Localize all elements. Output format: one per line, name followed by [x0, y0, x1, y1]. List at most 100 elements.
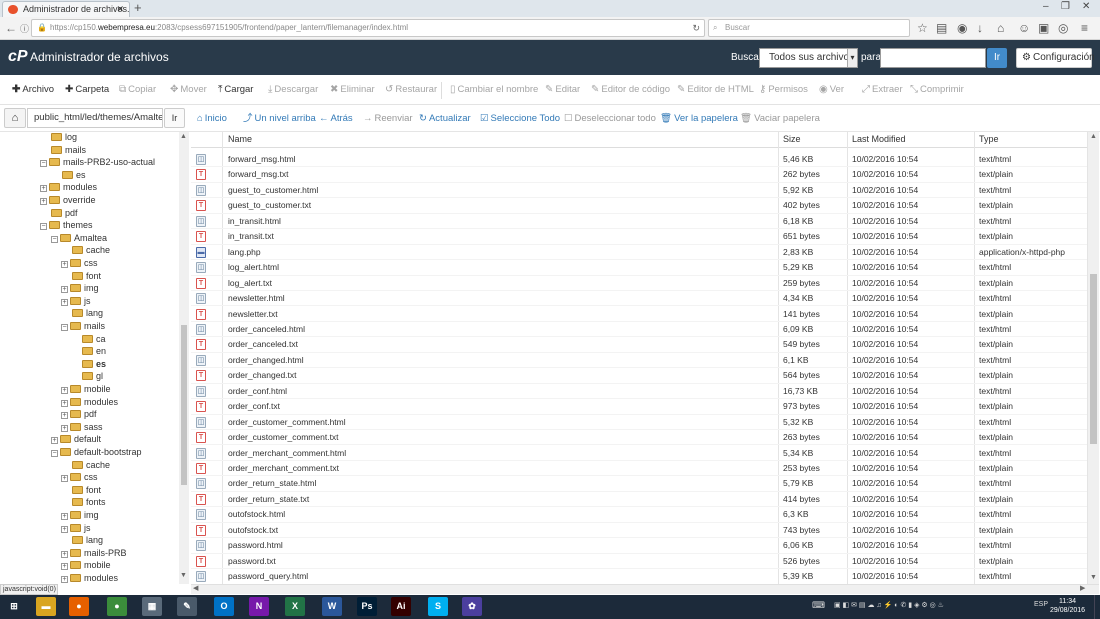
reload-icon[interactable]: ↻	[692, 20, 700, 36]
onenote-app[interactable]: N	[249, 597, 269, 616]
collapse-icon[interactable]: −	[40, 160, 47, 168]
file-search-input[interactable]	[880, 48, 986, 68]
expand-icon[interactable]: +	[61, 424, 68, 432]
file-row[interactable]: ◫ order_customer_comment.html 5,32 KB 10/02…	[191, 415, 1087, 431]
home-button[interactable]: ⌂	[4, 108, 26, 128]
explorer-app[interactable]: ▬	[36, 597, 56, 616]
expand-icon[interactable]: +	[61, 550, 68, 558]
tree-folder[interactable]: es	[71, 358, 106, 370]
file-row[interactable]: Torder_return_state.txt 414 bytes 10/02/20…	[191, 492, 1087, 508]
view-button[interactable]: ◉ Ver	[819, 84, 844, 96]
download-button[interactable]: ⤓ Descargar	[268, 84, 318, 96]
file-row[interactable]: ◫ newsletter.html 4,34 KB 10/02/2016 10:54 t…	[191, 291, 1087, 307]
tree-folder[interactable]: fonts	[61, 496, 106, 508]
tree-folder[interactable]: + modules	[40, 181, 97, 193]
tree-folder[interactable]: − default-bootstrap	[51, 446, 142, 458]
restore-icon[interactable]: ❐	[1061, 0, 1070, 14]
scroll-right-arrow-icon[interactable]: ▶	[1080, 584, 1085, 592]
expand-icon[interactable]: +	[61, 513, 68, 520]
keyboard-icon[interactable]: ⌨	[812, 600, 825, 611]
file-row[interactable]: ◫ order_conf.html 16,73 KB 10/02/2016 10:54…	[191, 384, 1087, 400]
rename-button[interactable]: ▯ Cambiar el nombre	[450, 84, 538, 96]
pocket-icon[interactable]: ◉	[957, 21, 967, 35]
file-row[interactable]: ◫ order_return_state.html 5,79 KB 10/02/201…	[191, 476, 1087, 492]
minimize-icon[interactable]: –	[1043, 0, 1049, 14]
home-icon[interactable]: ⌂	[997, 21, 1004, 35]
file-row[interactable]: ◫ log_alert.html 5,29 KB 10/02/2016 10:54 te…	[191, 260, 1087, 276]
expand-icon[interactable]: +	[61, 563, 68, 571]
modified-column-header[interactable]: Last Modified	[852, 134, 906, 144]
expand-icon[interactable]: +	[61, 525, 68, 533]
tree-folder[interactable]: + css	[61, 471, 98, 483]
calculator-app[interactable]: ▦	[142, 597, 162, 616]
view-trash-button[interactable]: 🗑 Ver la papelera	[660, 113, 738, 125]
tree-folder[interactable]: + img	[61, 509, 99, 521]
type-column-header[interactable]: Type	[979, 134, 999, 144]
tree-folder[interactable]: − Amaltea	[51, 232, 107, 244]
download-icon[interactable]: ↓	[977, 21, 983, 35]
name-column-header[interactable]: Name	[228, 134, 252, 144]
search-scope-select[interactable]: Todos sus archivos ▾	[759, 48, 858, 68]
horizontal-scrollbar[interactable]	[191, 584, 1099, 594]
file-row[interactable]: Tin_transit.txt 651 bytes 10/02/2016 10:54…	[191, 229, 1087, 245]
expand-icon[interactable]: +	[61, 576, 68, 583]
edit-button[interactable]: ✎ Editar	[545, 84, 580, 96]
path-input[interactable]: public_html/led/themes/Amaltea	[27, 108, 163, 128]
taskbar-clock[interactable]: 11:34 29/08/2016	[1050, 597, 1085, 615]
file-row[interactable]: Tnewsletter.txt 141 bytes 10/02/2016 10:54…	[191, 307, 1087, 322]
addon-icon[interactable]: ◎	[1058, 21, 1068, 35]
reload-button[interactable]: ↻ Actualizar	[419, 113, 471, 125]
start-button[interactable]: ⊞	[4, 597, 24, 616]
file-row[interactable]: ◫ guest_to_customer.html 5,92 KB 10/02/2016…	[191, 183, 1087, 199]
tree-folder[interactable]: font	[61, 484, 101, 496]
path-go-button[interactable]: Ir	[164, 108, 185, 128]
collapse-icon[interactable]: −	[51, 235, 58, 243]
new-file-button[interactable]: ✚ Archivo	[12, 84, 54, 96]
scroll-down-arrow-icon[interactable]: ▼	[180, 572, 187, 579]
select-all-button[interactable]: ☑ Seleccione Todo	[480, 113, 560, 125]
size-column-header[interactable]: Size	[783, 134, 801, 144]
chrome-app[interactable]: ●	[107, 597, 127, 616]
permissions-button[interactable]: ⚷ Permisos	[759, 84, 808, 96]
paint-app[interactable]: ✎	[177, 597, 197, 616]
tree-folder[interactable]: + js	[61, 295, 91, 307]
language-indicator[interactable]: ESP	[1034, 601, 1048, 608]
scroll-down-arrow-icon[interactable]: ▼	[1090, 574, 1097, 581]
file-row[interactable]: Torder_customer_comment.txt 263 bytes 10/0…	[191, 430, 1087, 446]
tree-folder[interactable]: + mobile	[61, 559, 111, 571]
tab-close-icon[interactable]: ✕	[116, 2, 124, 17]
forward-button[interactable]: → Reenviar	[363, 113, 413, 125]
empty-trash-button[interactable]: 🗑 Vaciar papelera	[740, 113, 820, 125]
up-one-level-button[interactable]: ⤴ Un nivel arriba	[243, 113, 316, 125]
file-row[interactable]: Torder_merchant_comment.txt 253 bytes 10/0…	[191, 461, 1087, 477]
file-row[interactable]: ◫ outofstock.html 6,3 KB 10/02/2016 10:54 te…	[191, 507, 1087, 523]
settings-button[interactable]: ⚙ Configuración	[1016, 48, 1095, 68]
sync-icon[interactable]: ☺	[1018, 21, 1030, 35]
file-row[interactable]: ◫ order_changed.html 6,1 KB 10/02/2016 10:5…	[191, 353, 1087, 369]
file-row[interactable]: ◫ in_transit.html 6,18 KB 10/02/2016 10:54 t…	[191, 214, 1087, 230]
file-row[interactable]: Toutofstock.txt 743 bytes 10/02/2016 10:54…	[191, 523, 1087, 539]
file-row[interactable]: ◫ order_merchant_comment.html 5,34 KB 10/02…	[191, 446, 1087, 461]
tree-folder[interactable]: + mails-PRB	[61, 547, 127, 559]
expand-icon[interactable]: +	[61, 412, 68, 420]
file-row[interactable]: ◫ password_query.html 5,39 KB 10/02/2016 10…	[191, 569, 1087, 584]
skype-app[interactable]: S	[428, 597, 448, 616]
tree-folder[interactable]: cache	[61, 459, 110, 471]
file-row[interactable]: Tguest_to_customer.txt 402 bytes 10/02/201…	[191, 198, 1087, 214]
back-arrow-icon[interactable]: ←	[5, 21, 17, 35]
file-row[interactable]: Tpassword.txt 526 bytes 10/02/2016 10:54 te…	[191, 554, 1087, 570]
deselect-all-button[interactable]: ☐ Deseleccionar todo	[564, 113, 656, 125]
tree-folder[interactable]: − themes	[40, 219, 93, 231]
word-app[interactable]: W	[322, 597, 342, 616]
tree-folder[interactable]: + img	[61, 282, 99, 294]
tree-folder[interactable]: + sass	[61, 421, 103, 433]
browser-tab[interactable]: Administrador de archivos... ✕	[2, 1, 130, 17]
file-row[interactable]: ▬ lang.php 2,83 KB 10/02/2016 10:54 applicat…	[191, 245, 1087, 261]
collapse-icon[interactable]: −	[61, 324, 68, 331]
expand-icon[interactable]: +	[51, 437, 58, 445]
outlook-app[interactable]: O	[214, 597, 234, 616]
file-row[interactable]: ◫ password.html 6,06 KB 10/02/2016 10:54 tex…	[191, 538, 1087, 554]
tree-folder[interactable]: font	[61, 270, 101, 282]
file-row[interactable]: Tforward_msg.txt 262 bytes 10/02/2016 10:5…	[191, 167, 1087, 183]
tree-folder[interactable]: + css	[61, 257, 98, 269]
